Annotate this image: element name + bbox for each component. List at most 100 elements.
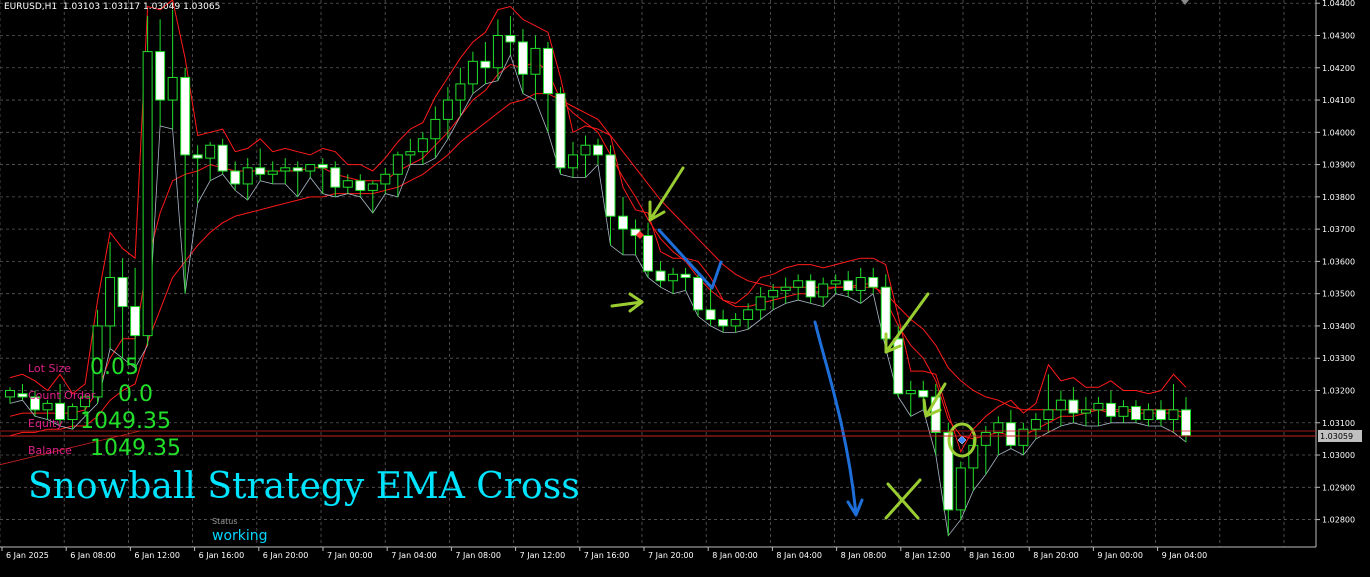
y-tick-label: 1.02800 (1322, 516, 1355, 525)
candle-bull (530, 47, 541, 75)
y-tick-label: 1.04400 (1322, 0, 1355, 8)
y-tick-label: 1.03800 (1322, 193, 1355, 202)
candle-bear (618, 215, 629, 230)
candle-bear (505, 34, 516, 43)
candle-bull (492, 34, 503, 69)
y-tick-label: 1.03600 (1322, 257, 1355, 266)
x-tick-label: 7 Jan 16:00 (584, 551, 630, 560)
status-label: Status (212, 517, 238, 526)
candle-bull (367, 183, 378, 191)
x-tick-label: 7 Jan 04:00 (391, 551, 437, 560)
candle-bear (1105, 402, 1116, 417)
equity-value: 1049.35 (80, 409, 171, 434)
balance-label: Balance (28, 444, 72, 457)
candle-bear (705, 309, 716, 320)
candle-bull (455, 83, 466, 101)
candle-bear (1130, 406, 1141, 421)
candle-bull (1143, 409, 1154, 421)
strategy-title: Snowball Strategy EMA Cross (28, 466, 580, 507)
candle-bear (1005, 422, 1016, 446)
candle-bull (743, 309, 754, 320)
candle-bear (718, 318, 729, 327)
candle-bear (130, 306, 141, 337)
y-tick-label: 1.03900 (1322, 161, 1355, 170)
candle-bull (1080, 409, 1091, 414)
x-tick-label: 9 Jan 00:00 (1097, 551, 1143, 560)
candle-bull (1043, 409, 1054, 421)
status-value: working (212, 528, 268, 544)
candle-bull (242, 167, 253, 185)
x-tick-label: 8 Jan 04:00 (776, 551, 822, 560)
equity-label: Equity (28, 417, 63, 430)
candle-bull (205, 144, 216, 159)
chart-header: EURUSD,H1 1.03103 1.03117 1.03049 1.0306… (4, 2, 220, 12)
candle-bear (868, 277, 879, 288)
x-tick-label: 6 Jan 2025 (6, 551, 49, 560)
x-tick-label: 6 Jan 20:00 (263, 551, 309, 560)
candle-bull (730, 318, 741, 327)
candle-bull (442, 99, 453, 120)
candle-bear (355, 180, 366, 191)
candle-bear (255, 167, 266, 175)
y-tick-label: 1.03000 (1322, 451, 1355, 460)
candle-bear (680, 273, 691, 279)
candle-bull (855, 277, 866, 291)
candle-bear (317, 164, 328, 169)
candle-bull (955, 467, 966, 511)
candle-bull (830, 280, 841, 285)
candle-bear (230, 170, 241, 185)
candle-bull (1018, 428, 1029, 446)
y-tick-label: 1.03700 (1322, 225, 1355, 234)
candle-bull (905, 389, 916, 395)
candle-bull (5, 389, 15, 398)
candle-bull (755, 296, 766, 311)
candle-bull (467, 60, 478, 85)
symbol-label: EURUSD,H1 (4, 2, 58, 12)
candle-bear (643, 235, 654, 272)
ohlc-label: 1.03103 1.03117 1.03049 1.03065 (62, 2, 221, 12)
candle-bull (167, 76, 178, 101)
y-tick-label: 1.04000 (1322, 128, 1355, 137)
candle-bull (980, 431, 991, 446)
x-tick-label: 8 Jan 08:00 (841, 551, 887, 560)
candle-bull (818, 283, 829, 298)
candle-bear (480, 60, 491, 69)
candle-bear (117, 277, 128, 308)
candle-bull (280, 167, 291, 172)
y-tick-label: 1.04100 (1322, 96, 1355, 105)
candle-bull (1168, 409, 1179, 421)
x-tick-label: 7 Jan 08:00 (455, 551, 501, 560)
candle-bull (267, 170, 278, 175)
y-tick-label: 1.03400 (1322, 322, 1355, 331)
candle-bull (1055, 399, 1066, 411)
candle-bull (105, 277, 116, 327)
candle-bull (793, 280, 804, 288)
candle-bear (605, 154, 616, 217)
candle-bear (1181, 409, 1191, 437)
x-tick-label: 8 Jan 16:00 (969, 551, 1015, 560)
x-tick-label: 6 Jan 08:00 (70, 551, 116, 560)
count-order-label: Count Order (28, 389, 96, 402)
candle-bull (768, 289, 779, 298)
candle-bear (880, 286, 891, 340)
candle-bull (380, 173, 391, 185)
candle-bull (1030, 419, 1041, 430)
candle-bull (1093, 402, 1104, 411)
candle-bull (668, 273, 679, 282)
count-order-value: 0.0 (118, 382, 153, 407)
candle-bull (42, 402, 53, 411)
candle-bull (430, 118, 441, 140)
candle-bear (542, 47, 553, 95)
candle-bear (180, 76, 191, 156)
candle-bull (392, 154, 403, 175)
candle-bear (192, 154, 203, 159)
x-tick-label: 6 Jan 16:00 (199, 551, 245, 560)
y-tick-label: 1.02900 (1322, 483, 1355, 492)
x-tick-label: 8 Jan 12:00 (905, 551, 951, 560)
candle-bear (805, 280, 816, 298)
candle-bull (405, 151, 416, 156)
candle-bull (67, 406, 78, 421)
lot-size-value: 0.05 (90, 355, 139, 380)
y-tick-label: 1.03300 (1322, 354, 1355, 363)
candle-bear (17, 393, 28, 398)
